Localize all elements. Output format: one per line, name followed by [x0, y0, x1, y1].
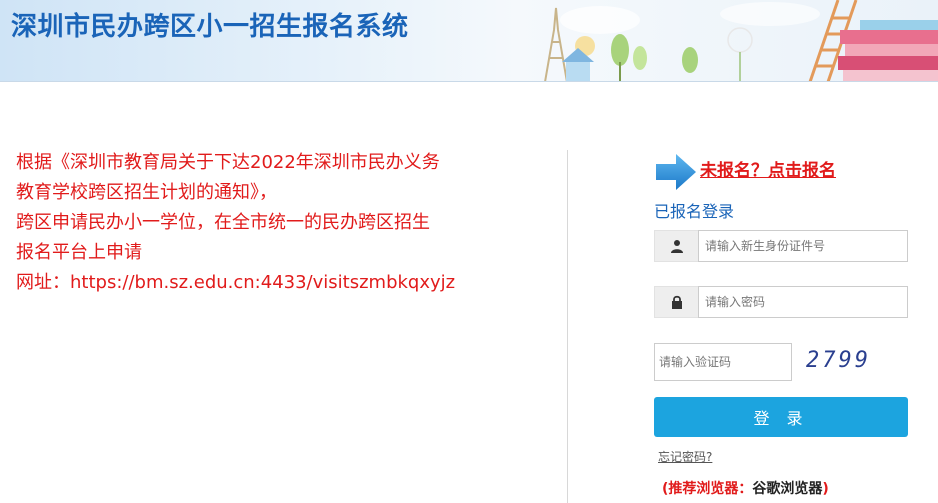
captcha-image[interactable]: 2799 — [806, 348, 876, 378]
id-number-input[interactable] — [698, 230, 908, 262]
register-link[interactable]: 未报名？点击报名 — [700, 156, 836, 181]
login-title: 已报名登录 — [654, 202, 735, 221]
school-illustration — [544, 0, 938, 81]
browser-tip-prefix: (推荐浏览器： — [662, 481, 753, 497]
password-input[interactable] — [698, 286, 908, 318]
user-icon — [654, 230, 698, 262]
notice-url: 网址：https://bm.sz.edu.cn:4433/visitszmbkq… — [16, 272, 456, 293]
browser-tip: (推荐浏览器：谷歌浏览器) — [662, 478, 829, 498]
notice-line: 报名平台上申请 — [16, 242, 142, 263]
lock-icon — [654, 286, 698, 318]
id-number-group — [654, 230, 908, 262]
login-button[interactable]: 登 录 — [654, 397, 908, 437]
forgot-password-link[interactable]: 忘记密码? — [658, 448, 712, 465]
page-title: 深圳市民办跨区小一招生报名系统 — [11, 12, 409, 42]
browser-tip-suffix: ) — [822, 481, 829, 497]
arrow-right-icon — [656, 154, 696, 190]
password-group — [654, 286, 908, 318]
browser-tip-browser: 谷歌浏览器 — [752, 481, 823, 497]
notice-line: 根据《深圳市教育局关于下达2022年深圳市民办义务 — [16, 152, 440, 173]
notice-line: 教育学校跨区招生计划的通知》， — [16, 182, 277, 203]
captcha-input[interactable] — [654, 343, 792, 381]
vertical-divider — [567, 150, 568, 503]
register-row: 未报名？点击报名 — [654, 150, 914, 194]
header-banner: 深圳市民办跨区小一招生报名系统 — [0, 0, 938, 82]
notice-text: 根据《深圳市教育局关于下达2022年深圳市民办义务 教育学校跨区招生计划的通知》… — [16, 148, 506, 298]
notice-line: 跨区申请民办小一学位，在全市统一的民办跨区招生 — [16, 212, 430, 233]
